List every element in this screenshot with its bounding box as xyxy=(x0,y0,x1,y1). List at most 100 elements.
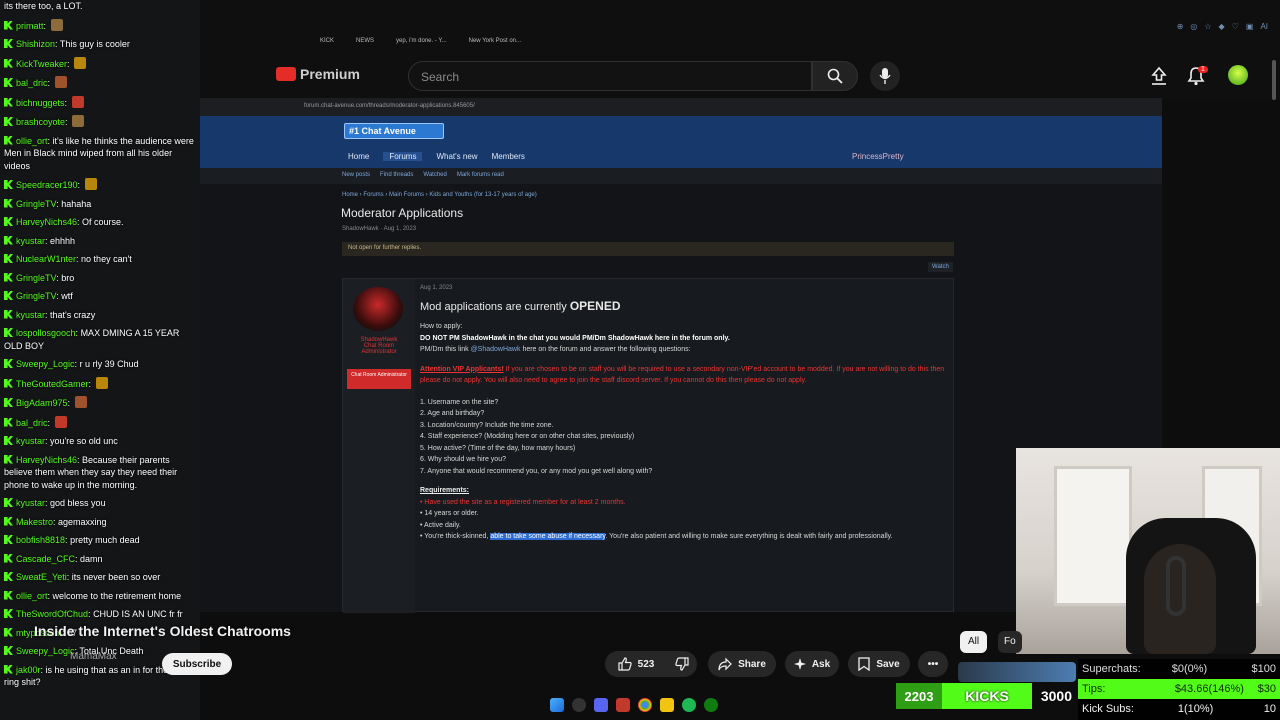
chat-username[interactable]: HarveyNichs46 xyxy=(16,455,77,465)
bookmark-youtube[interactable]: yep, i'm done. - Y... xyxy=(396,38,447,44)
chat-username[interactable]: bobfish8818 xyxy=(16,535,65,545)
youtube-premium-logo[interactable]: Premium xyxy=(276,66,360,82)
chat-username[interactable]: NuclearW1nter xyxy=(16,254,76,264)
kick-icon xyxy=(4,516,13,526)
chat-text: its never been so over xyxy=(71,572,161,582)
heart-icon[interactable]: ♡ xyxy=(1232,22,1239,31)
save-button[interactable]: Save xyxy=(848,651,910,677)
forum-username: PrincessPretty xyxy=(852,152,904,161)
chat-username[interactable]: TheGoutedGamer xyxy=(16,379,89,389)
zoom-icon[interactable]: ⊕ xyxy=(1177,22,1184,31)
kick-icon xyxy=(4,664,13,674)
bookmark-star-icon[interactable]: ☆ xyxy=(1204,22,1211,31)
author-avatar xyxy=(353,287,403,331)
do-not-pm-line: DO NOT PM ShadowHawk in the chat you wou… xyxy=(420,334,730,342)
chat-message: ollie_ort: it's like he thinks the audie… xyxy=(4,135,194,171)
discord-icon[interactable] xyxy=(594,698,608,712)
chat-message: Speedracer190: xyxy=(4,178,196,192)
bookmark-nypost[interactable]: New York Post on... xyxy=(469,38,521,44)
kicks-goal: 3000 xyxy=(1032,683,1074,709)
voice-search-button[interactable] xyxy=(870,61,900,91)
chat-message: BigAdam975: xyxy=(4,396,196,410)
kick-icon xyxy=(4,417,13,427)
chat-username[interactable]: GringleTV xyxy=(16,273,56,283)
bookmark-news[interactable]: NEWS xyxy=(356,38,374,44)
chat-username[interactable]: Sweepy_Logic xyxy=(16,359,75,369)
chrome-icon[interactable] xyxy=(638,698,652,712)
chat-username[interactable]: Shishizon xyxy=(16,39,55,49)
chat-username[interactable]: Makestro xyxy=(16,517,53,527)
chat-username[interactable]: kyustar xyxy=(16,436,45,446)
search-button[interactable] xyxy=(812,61,858,91)
chat-username[interactable]: kyustar xyxy=(16,498,45,508)
chip-all[interactable]: All xyxy=(960,631,988,653)
staff-badge: Chat Room Administrator xyxy=(347,369,411,389)
chat-username[interactable]: BigAdam975 xyxy=(16,398,68,408)
avatar[interactable] xyxy=(1228,65,1248,85)
chat-username[interactable]: primatt xyxy=(16,21,44,31)
folder-icon[interactable] xyxy=(660,698,674,712)
windows-start-icon[interactable] xyxy=(550,698,564,712)
puzzle-icon[interactable]: ▣ xyxy=(1246,22,1254,31)
save-icon xyxy=(858,657,870,671)
bookmark-kick[interactable]: KICK xyxy=(320,38,334,44)
chip-fo[interactable]: Fo xyxy=(998,631,1022,653)
app-icon[interactable] xyxy=(616,698,630,712)
chat-message: its there too, a LOT. xyxy=(4,0,196,13)
chat-message: TheGoutedGamer: xyxy=(4,376,196,391)
shield-icon[interactable]: ◆ xyxy=(1219,22,1225,31)
chat-username[interactable]: Cascade_CFC xyxy=(16,554,75,564)
kick-icon xyxy=(4,309,13,319)
chat-username[interactable]: bichnuggets xyxy=(16,98,65,108)
watch-button: Watch xyxy=(928,262,953,272)
chat-username[interactable]: ollie_ort xyxy=(16,591,48,601)
chat-username[interactable]: bal_dric xyxy=(16,78,48,88)
search-input[interactable]: Search xyxy=(408,61,812,91)
channel-name[interactable]: MamaMax xyxy=(70,651,117,662)
chat-text: Of course. xyxy=(82,217,124,227)
more-actions-button[interactable]: ••• xyxy=(918,651,948,677)
chat-username[interactable]: kyustar xyxy=(16,310,45,320)
chat-username[interactable]: SweatE_Yeti xyxy=(16,572,67,582)
chat-username[interactable]: GringleTV xyxy=(16,199,56,209)
chat-username[interactable]: brashcoyote xyxy=(16,117,65,127)
chat-message: kyustar: that's crazy xyxy=(4,309,196,322)
chat-text: welcome to the retirement home xyxy=(52,590,182,601)
extension-icon[interactable]: ◎ xyxy=(1190,22,1197,31)
ask-label: Ask xyxy=(811,658,831,670)
like-button[interactable]: 523 xyxy=(605,651,667,677)
chat-overlay: its there too, a LOT. primatt: Shishizon:… xyxy=(0,0,200,720)
windows-taskbar xyxy=(550,698,718,712)
chat-username[interactable]: kyustar xyxy=(16,236,45,246)
chat-username[interactable]: ollie_ort xyxy=(16,136,48,146)
search-icon[interactable] xyxy=(572,698,586,712)
xbox-icon[interactable] xyxy=(704,698,718,712)
ask-button[interactable]: Ask xyxy=(785,651,839,677)
spotify-icon[interactable] xyxy=(682,698,696,712)
recommended-thumbnail[interactable] xyxy=(958,662,1076,682)
chat-message: Makestro: agemaxxing xyxy=(4,516,196,529)
kick-icon xyxy=(4,272,13,282)
page-scrollbar[interactable] xyxy=(1272,60,1276,100)
chat-username[interactable]: lospollosgooch xyxy=(16,328,76,338)
chat-username[interactable]: jak00r xyxy=(16,665,41,675)
chat-emote-icon xyxy=(72,115,85,127)
chat-username[interactable]: GringleTV xyxy=(16,291,56,301)
dislike-button[interactable] xyxy=(667,651,697,677)
chat-username[interactable]: HarveyNichs46 xyxy=(16,217,77,227)
ai-icon[interactable]: AI xyxy=(1260,22,1268,31)
subscribe-button[interactable]: Subscribe xyxy=(162,653,232,675)
premium-label: Premium xyxy=(300,66,360,82)
question-item: 5. How active? (Time of the day, how man… xyxy=(420,444,576,452)
more-icon: ••• xyxy=(927,658,939,670)
chat-username[interactable]: bal_dric xyxy=(16,418,48,428)
chat-emote-icon xyxy=(71,95,84,108)
chat-username[interactable]: KickTweaker xyxy=(16,59,67,69)
tips-goal: $30 xyxy=(1257,683,1276,695)
chat-username[interactable]: Sweepy_Logic xyxy=(16,646,75,656)
browser-bookmarks: KICK NEWS yep, i'm done. - Y... New York… xyxy=(320,38,521,44)
chat-username[interactable]: Speedracer190 xyxy=(16,180,78,190)
share-button[interactable]: Share xyxy=(708,651,776,677)
chat-username[interactable]: TheSwordOfChud xyxy=(16,609,88,619)
upload-icon[interactable] xyxy=(1150,66,1168,86)
